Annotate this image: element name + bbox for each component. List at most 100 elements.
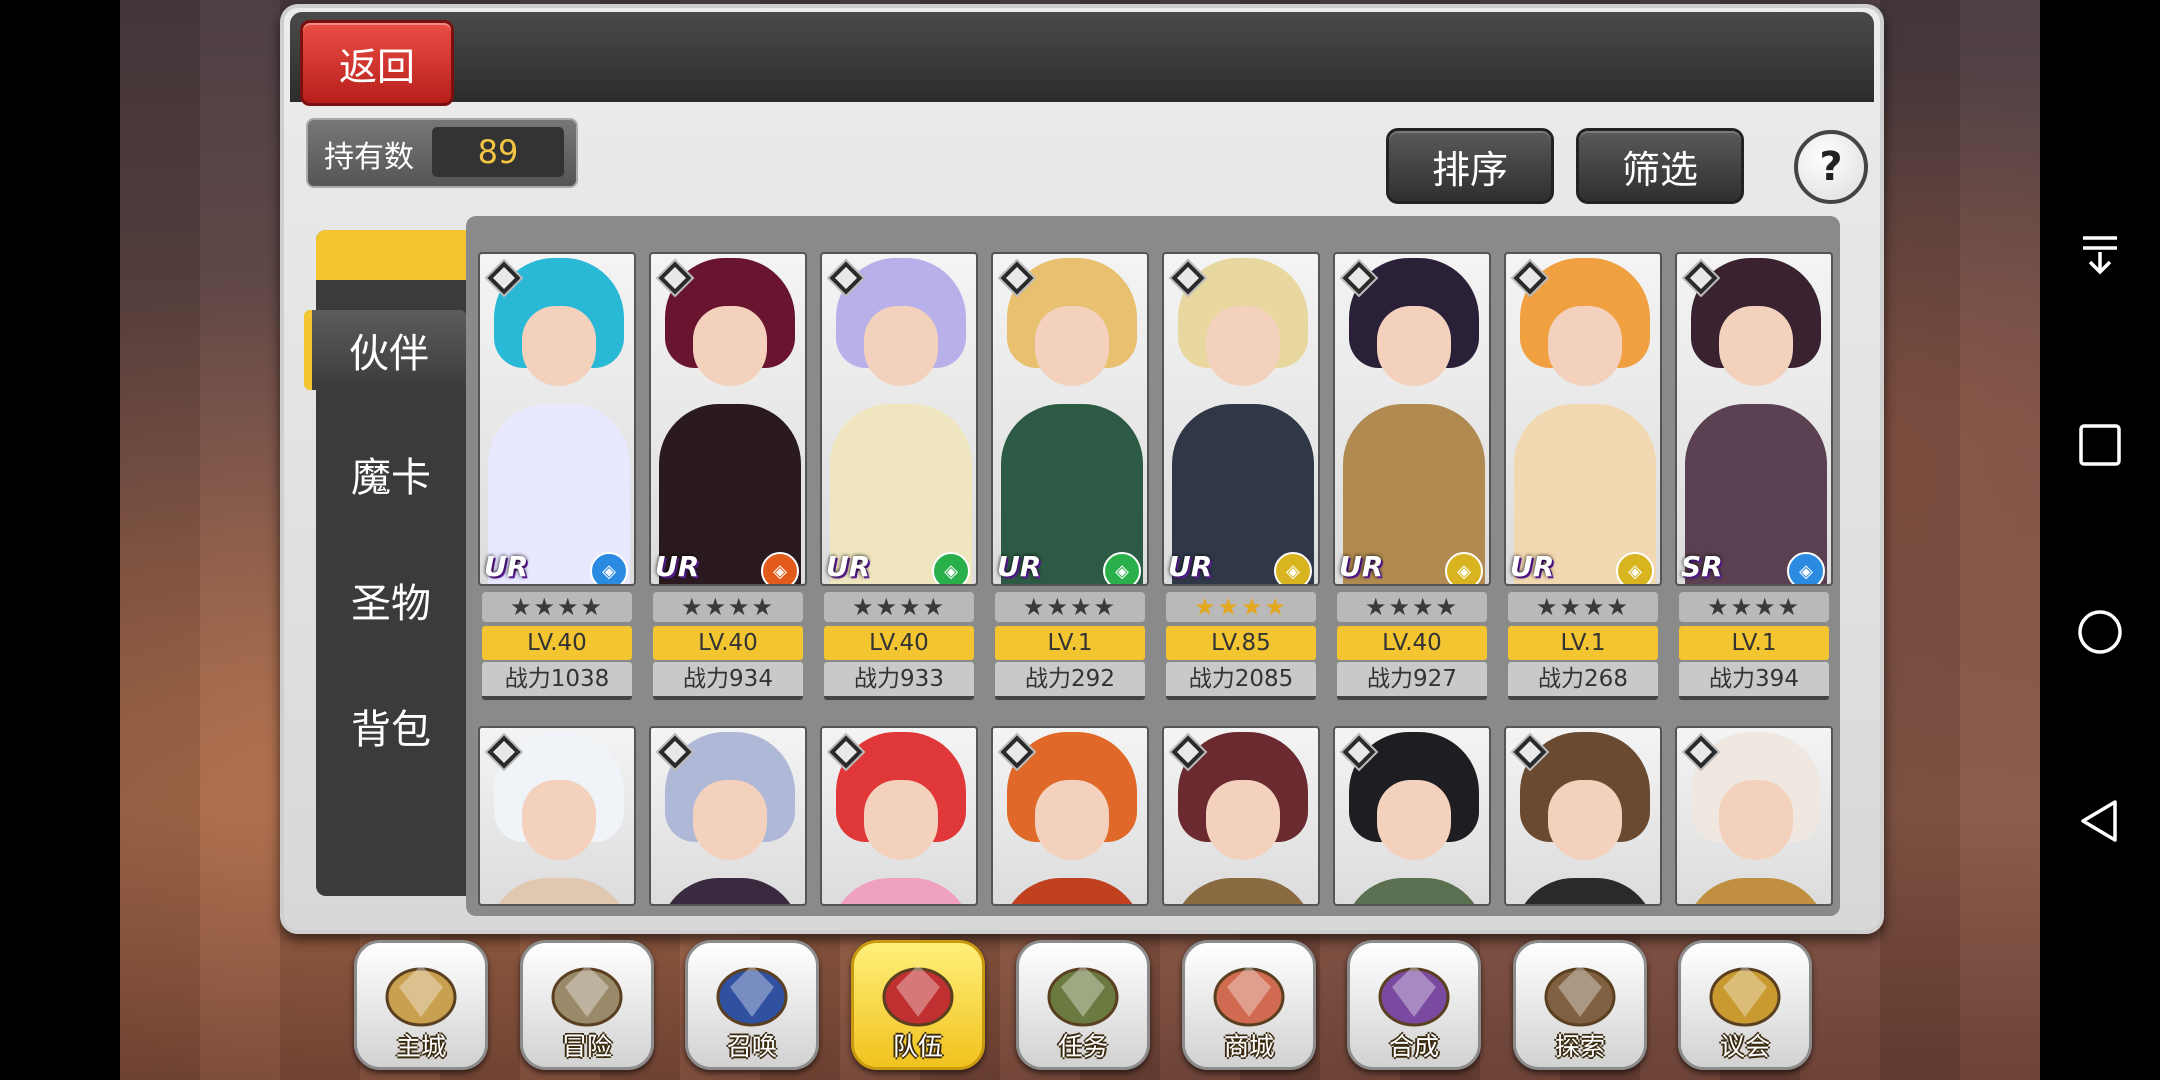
nav-crossed-weapons-button[interactable]: 冒险 — [520, 940, 654, 1070]
character-portrait: UR ◈ — [1162, 252, 1320, 586]
power-label: 战力292 — [995, 662, 1145, 700]
character-portrait — [1675, 726, 1833, 906]
character-card[interactable] — [1162, 726, 1320, 906]
gem-slot-icon — [1681, 732, 1721, 772]
nav-shop-tree-button[interactable]: 商城 — [1182, 940, 1316, 1070]
dock-label: 商城 — [1223, 1032, 1274, 1061]
character-portrait — [478, 726, 636, 906]
tab-backpack[interactable]: 背包 — [316, 686, 466, 766]
level-label: LV.40 — [1337, 626, 1487, 660]
character-portrait: UR ◈ — [649, 252, 807, 586]
star-rating: ★★★★ — [482, 592, 632, 622]
owned-count: 持有数 89 — [306, 118, 578, 188]
recent-apps-icon[interactable] — [2077, 422, 2123, 468]
star-rating: ★★★★ — [1679, 592, 1829, 622]
character-portrait — [1504, 726, 1662, 906]
nav-crown-button[interactable]: 主城 — [354, 940, 488, 1070]
notification-pull-icon[interactable] — [2077, 232, 2123, 278]
nav-pickaxe-compass-button[interactable]: 探索 — [1513, 940, 1647, 1070]
pickaxe-compass-icon — [1538, 957, 1622, 1029]
nav-magic-card-button[interactable]: 召唤 — [685, 940, 819, 1070]
gem-slot-icon — [1339, 732, 1379, 772]
level-label: LV.1 — [1679, 626, 1829, 660]
panel-header: 返回 — [290, 12, 1874, 106]
owned-count-value: 89 — [432, 127, 564, 177]
home-icon[interactable] — [2077, 609, 2123, 655]
character-card[interactable]: UR ◈ ★★★★ LV.40 战力934 — [649, 252, 807, 702]
gem-slot-icon — [1168, 258, 1208, 298]
character-card[interactable]: UR ◈ ★★★★ LV.1 战力292 — [991, 252, 1149, 702]
character-card[interactable] — [1504, 726, 1662, 906]
rarity-label: SR — [1681, 550, 1723, 583]
element-icon: ◈ — [1616, 552, 1654, 584]
star-rating: ★★★★ — [1508, 592, 1658, 622]
character-portrait — [991, 726, 1149, 906]
element-icon: ◈ — [1445, 552, 1483, 584]
character-card[interactable]: UR ◈ ★★★★ LV.40 战力927 — [1333, 252, 1491, 702]
character-card[interactable]: SR ◈ ★★★★ LV.1 战力394 — [1675, 252, 1833, 702]
shop-tree-icon — [1207, 957, 1291, 1029]
level-label: LV.40 — [482, 626, 632, 660]
character-grid: UR ◈ ★★★★ LV.40 战力1038 UR ◈ ★★★★ LV.40 战… — [466, 216, 1840, 916]
crossed-weapons-icon — [545, 957, 629, 1029]
gem-slot-icon — [1681, 258, 1721, 298]
nav-winged-emblem-button[interactable]: 队伍 — [851, 940, 985, 1070]
tab-relics[interactable]: 圣物 — [316, 560, 466, 640]
crown-icon — [379, 957, 463, 1029]
dock-label: 合成 — [1388, 1032, 1439, 1061]
dock-label: 议会 — [1719, 1032, 1770, 1061]
element-icon: ◈ — [932, 552, 970, 584]
sort-button[interactable]: 排序 — [1386, 128, 1554, 204]
gem-slot-icon — [1168, 732, 1208, 772]
character-card[interactable] — [1333, 726, 1491, 906]
star-rating: ★★★★ — [653, 592, 803, 622]
character-card[interactable] — [820, 726, 978, 906]
gem-slot-icon — [997, 258, 1037, 298]
filter-button[interactable]: 筛选 — [1576, 128, 1744, 204]
tab-magic-cards[interactable]: 魔卡 — [316, 434, 466, 514]
rarity-label: UR — [997, 550, 1042, 583]
winged-emblem-icon — [876, 957, 960, 1029]
dock-label: 任务 — [1057, 1032, 1108, 1061]
level-label: LV.40 — [653, 626, 803, 660]
gem-slot-icon — [826, 258, 866, 298]
element-icon: ◈ — [1103, 552, 1141, 584]
level-label: LV.1 — [995, 626, 1145, 660]
character-portrait — [1333, 726, 1491, 906]
level-label: LV.1 — [1508, 626, 1658, 660]
nav-potion-flask-button[interactable]: 合成 — [1347, 940, 1481, 1070]
star-rating: ★★★★ — [995, 592, 1145, 622]
element-icon: ◈ — [1787, 552, 1825, 584]
help-button[interactable]: ? — [1794, 130, 1868, 204]
element-icon: ◈ — [590, 552, 628, 584]
character-portrait: SR ◈ — [1675, 252, 1833, 586]
character-card[interactable] — [991, 726, 1149, 906]
power-label: 战力268 — [1508, 662, 1658, 700]
character-card[interactable] — [1675, 726, 1833, 906]
rarity-label: UR — [484, 550, 529, 583]
character-card[interactable]: UR ◈ ★★★★ LV.40 战力933 — [820, 252, 978, 702]
character-card[interactable]: UR ◈ ★★★★ LV.85 战力2085 — [1162, 252, 1320, 702]
power-label: 战力933 — [824, 662, 974, 700]
nav-quest-book-button[interactable]: 任务 — [1016, 940, 1150, 1070]
character-card[interactable]: UR ◈ ★★★★ LV.1 战力268 — [1504, 252, 1662, 702]
gem-slot-icon — [997, 732, 1037, 772]
element-icon: ◈ — [1274, 552, 1312, 584]
power-label: 战力394 — [1679, 662, 1829, 700]
back-nav-icon[interactable] — [2077, 798, 2123, 844]
character-portrait — [1162, 726, 1320, 906]
magic-card-icon — [710, 957, 794, 1029]
character-card[interactable] — [478, 726, 636, 906]
back-button[interactable]: 返回 — [300, 20, 454, 106]
character-card[interactable] — [649, 726, 807, 906]
dock-label: 主城 — [395, 1032, 446, 1061]
letterbox-left — [0, 0, 120, 1080]
star-rating: ★★★★ — [1166, 592, 1316, 622]
gem-slot-icon — [1339, 258, 1379, 298]
gem-slot-icon — [655, 258, 695, 298]
tab-partners[interactable]: 伙伴 — [304, 310, 466, 390]
character-portrait: UR ◈ — [1333, 252, 1491, 586]
council-crest-icon — [1703, 957, 1787, 1029]
nav-council-crest-button[interactable]: 议会 — [1678, 940, 1812, 1070]
character-card[interactable]: UR ◈ ★★★★ LV.40 战力1038 — [478, 252, 636, 702]
